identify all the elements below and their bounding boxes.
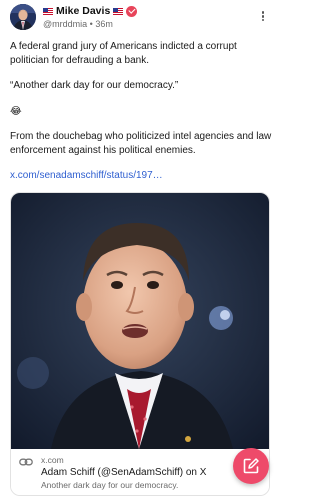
post-time: 36m <box>95 19 113 29</box>
author-avatar[interactable] <box>10 4 36 30</box>
link-preview-image[interactable] <box>11 193 269 449</box>
us-flag-icon <box>113 7 124 15</box>
us-flag-icon <box>43 7 53 15</box>
link-preview-footer[interactable]: x.com Adam Schiff (@SenAdamSchiff) on X … <box>11 449 269 495</box>
post-paragraph: A federal grand jury of Americans indict… <box>10 41 237 66</box>
post-link[interactable]: x.com/senadamschiff/status/197… <box>10 170 163 181</box>
link-preview-card[interactable]: x.com Adam Schiff (@SenAdamSchiff) on X … <box>10 192 270 496</box>
more-vertical-icon[interactable] <box>259 10 267 26</box>
compose-button[interactable] <box>233 448 269 484</box>
author-name[interactable]: Mike Davis <box>56 5 110 17</box>
post-body: A federal grand jury of Americans indict… <box>10 40 272 195</box>
author-meta: @mrddmia • 36m <box>43 19 113 29</box>
author-name-row[interactable]: Mike Davis <box>43 5 138 17</box>
author-handle[interactable]: @mrddmia <box>43 19 87 29</box>
link-card-description: Another dark day for our democracy. <box>41 480 179 490</box>
post-paragraph: From the douchebag who politicized intel… <box>10 131 272 156</box>
post-header: Mike Davis @mrddmia • 36m <box>10 4 269 34</box>
link-card-domain: x.com <box>41 455 64 465</box>
link-icon <box>19 458 33 466</box>
link-card-title: Adam Schiff (@SenAdamSchiff) on X <box>41 467 207 478</box>
verified-badge-icon <box>126 5 138 17</box>
meta-separator: • <box>89 19 93 29</box>
laughing-emoji: 😂 <box>10 105 22 117</box>
post-quote: “Another dark day for our democracy.” <box>10 80 179 91</box>
compose-icon <box>243 458 259 474</box>
